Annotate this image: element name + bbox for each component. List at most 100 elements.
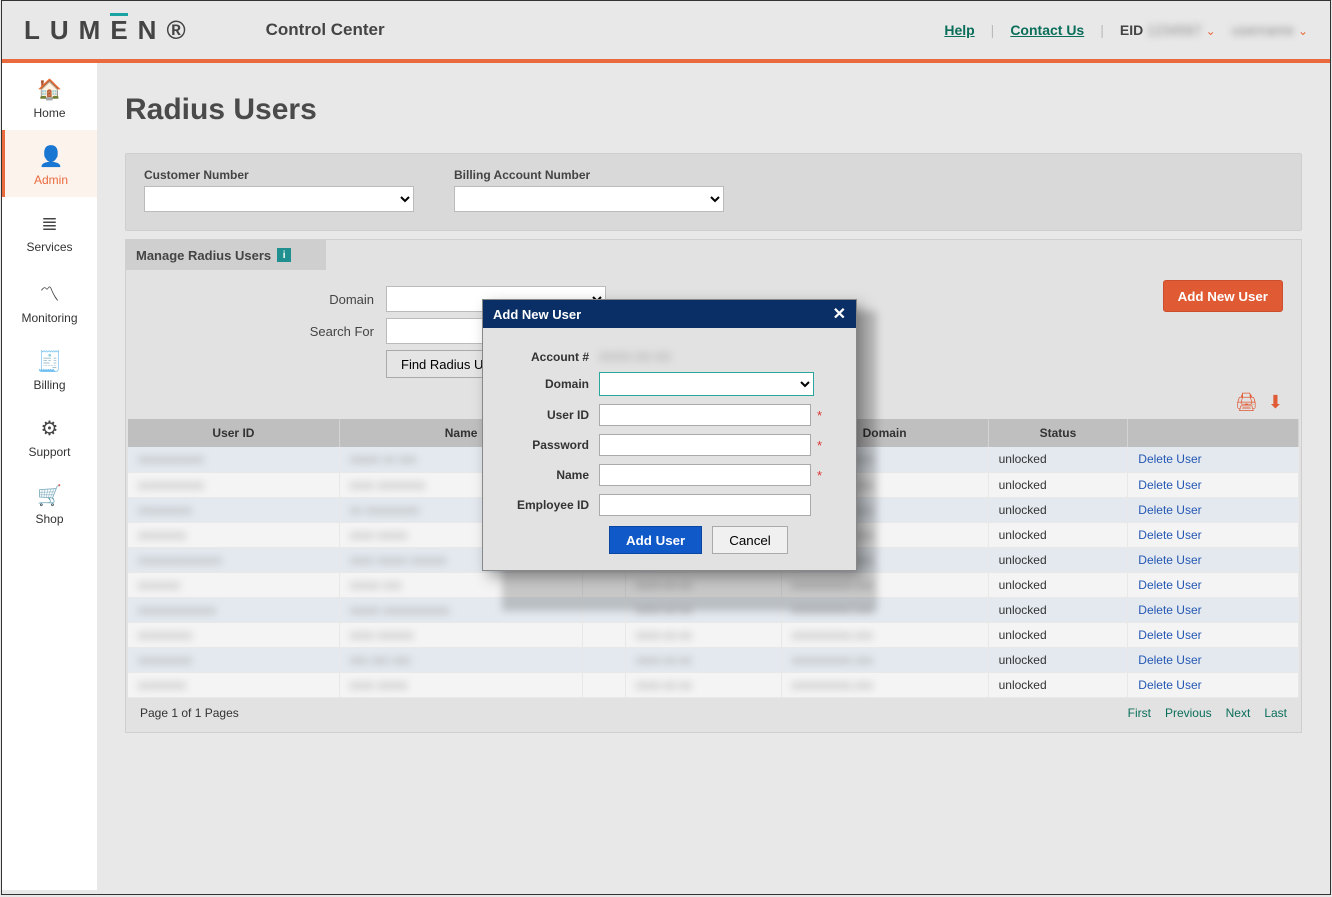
- modal-title: Add New User: [493, 307, 581, 322]
- domain-cell: xxxxxxxxxx.xxx: [781, 647, 988, 672]
- delete-user-link[interactable]: Delete User: [1128, 547, 1299, 572]
- user-id-cell[interactable]: xxxxxxxxx: [128, 622, 339, 647]
- domain-cell: xxxxxxxxxx.xxx: [781, 672, 988, 697]
- table-header[interactable]: [1128, 419, 1299, 447]
- delete-user-link[interactable]: Delete User: [1128, 672, 1299, 697]
- topbar: LUMEN® Control Center Help | Contact Us …: [2, 1, 1330, 63]
- sidebar: 🏠Home👤Admin≣Services〽Monitoring🧾Billing⚙…: [2, 63, 97, 890]
- search-for-label: Search For: [126, 324, 386, 339]
- sidebar-item-shop[interactable]: 🛒 Shop: [2, 469, 97, 536]
- required-icon: *: [817, 438, 822, 453]
- sidebar-item-services[interactable]: ≣Services: [2, 197, 97, 264]
- sidebar-item-label: Admin: [34, 173, 68, 187]
- services-icon: ≣: [41, 211, 58, 236]
- download-icon[interactable]: ⬇: [1268, 392, 1283, 413]
- product-name: Control Center: [266, 20, 385, 40]
- status-cell: unlocked: [988, 447, 1128, 472]
- modal-empid-input[interactable]: [599, 494, 811, 516]
- ban-label: Billing Account Number: [454, 168, 724, 182]
- user-id-cell[interactable]: xxxxxxxxx: [128, 647, 339, 672]
- pager-status: Page 1 of 1 Pages: [140, 706, 239, 720]
- required-icon: *: [817, 468, 822, 483]
- domain-cell: xxxxxxxxxx.xxx: [781, 622, 988, 647]
- col3-cell: [583, 622, 625, 647]
- chevron-down-icon[interactable]: ⌄: [1206, 24, 1216, 38]
- separator: |: [991, 22, 995, 38]
- user-id-cell[interactable]: xxxxxxxx: [128, 672, 339, 697]
- col3-cell: [583, 672, 625, 697]
- sidebar-item-label: Support: [28, 445, 70, 459]
- delete-user-link[interactable]: Delete User: [1128, 597, 1299, 622]
- print-icon[interactable]: 🖨: [1235, 392, 1258, 413]
- col4-cell: xxxx-xx-xx: [625, 622, 781, 647]
- delete-user-link[interactable]: Delete User: [1128, 497, 1299, 522]
- home-icon: 🏠: [37, 77, 62, 102]
- status-cell: unlocked: [988, 547, 1128, 572]
- contact-link[interactable]: Contact Us: [1010, 22, 1084, 38]
- shop-icon: 🛒: [37, 483, 62, 508]
- add-user-modal: Add New User ✕ Account #XXXX-XX-XX Domai…: [482, 299, 857, 571]
- required-icon: *: [817, 408, 822, 423]
- separator: |: [1100, 22, 1104, 38]
- delete-user-link[interactable]: Delete User: [1128, 472, 1299, 497]
- user-id-cell[interactable]: xxxxxxxxxxx: [128, 447, 339, 472]
- user-id-cell[interactable]: xxxxxxxx: [128, 522, 339, 547]
- admin-icon: 👤: [39, 144, 64, 169]
- sidebar-item-home[interactable]: 🏠Home: [2, 63, 97, 130]
- page-title: Radius Users: [125, 93, 1302, 127]
- table-row: xxxxxxxxxxxxx xxxxxxxxxx-xx-xxxxxxxxxxxx…: [128, 622, 1299, 647]
- ban-select[interactable]: [454, 186, 724, 212]
- customer-number-select[interactable]: [144, 186, 414, 212]
- user-id-cell[interactable]: xxxxxxxxxxx: [128, 472, 339, 497]
- support-icon: ⚙: [41, 416, 59, 441]
- modal-userid-input[interactable]: [599, 404, 811, 426]
- user-id-cell[interactable]: xxxxxxx: [128, 572, 339, 597]
- panel-title: Manage Radius Usersi: [126, 240, 326, 270]
- customer-number-label: Customer Number: [144, 168, 414, 182]
- sidebar-item-label: Monitoring: [21, 311, 77, 325]
- pager-next[interactable]: Next: [1226, 706, 1251, 720]
- modal-account-label: Account #: [499, 350, 599, 364]
- status-cell: unlocked: [988, 572, 1128, 597]
- pager-last[interactable]: Last: [1264, 706, 1287, 720]
- delete-user-link[interactable]: Delete User: [1128, 447, 1299, 472]
- modal-password-input[interactable]: [599, 434, 811, 456]
- status-cell: unlocked: [988, 597, 1128, 622]
- delete-user-link[interactable]: Delete User: [1128, 647, 1299, 672]
- user-id-cell[interactable]: xxxxxxxxxxxxx: [128, 597, 339, 622]
- status-cell: unlocked: [988, 672, 1128, 697]
- pager-first[interactable]: First: [1128, 706, 1151, 720]
- sidebar-item-billing[interactable]: 🧾Billing: [2, 335, 97, 402]
- delete-user-link[interactable]: Delete User: [1128, 572, 1299, 597]
- monitoring-icon: 〽: [40, 278, 60, 307]
- status-cell: unlocked: [988, 622, 1128, 647]
- sidebar-item-support[interactable]: ⚙ Support: [2, 402, 97, 469]
- col4-cell: xxxx-xx-xx: [625, 647, 781, 672]
- table-row: xxxxxxxxxxxx xxxxxxxxx-xx-xxxxxxxxxxxx.x…: [128, 672, 1299, 697]
- info-icon[interactable]: i: [277, 248, 291, 262]
- pager-previous[interactable]: Previous: [1165, 706, 1212, 720]
- user-id-cell[interactable]: xxxxxxxxxxxxxx: [128, 547, 339, 572]
- table-header[interactable]: User ID: [128, 419, 339, 447]
- help-link[interactable]: Help: [944, 22, 974, 38]
- modal-password-label: Password: [499, 438, 599, 452]
- logo: LUMEN®: [24, 15, 186, 46]
- add-new-user-button[interactable]: Add New User: [1163, 280, 1283, 312]
- table-header[interactable]: Status: [988, 419, 1128, 447]
- sidebar-item-label: Shop: [35, 512, 63, 526]
- delete-user-link[interactable]: Delete User: [1128, 522, 1299, 547]
- close-icon[interactable]: ✕: [833, 304, 846, 324]
- user-menu[interactable]: username⌄: [1232, 22, 1308, 38]
- sidebar-item-admin[interactable]: 👤 Admin: [2, 130, 97, 197]
- delete-user-link[interactable]: Delete User: [1128, 622, 1299, 647]
- status-cell: unlocked: [988, 647, 1128, 672]
- modal-account-value: XXXX-XX-XX: [599, 350, 671, 364]
- billing-icon: 🧾: [37, 349, 62, 374]
- user-id-cell[interactable]: xxxxxxxxx: [128, 497, 339, 522]
- modal-cancel-button[interactable]: Cancel: [712, 526, 788, 554]
- modal-add-user-button[interactable]: Add User: [609, 526, 702, 554]
- sidebar-item-monitoring[interactable]: 〽 Monitoring: [2, 264, 97, 335]
- modal-name-label: Name: [499, 468, 599, 482]
- modal-domain-select[interactable]: [599, 372, 814, 396]
- modal-name-input[interactable]: [599, 464, 811, 486]
